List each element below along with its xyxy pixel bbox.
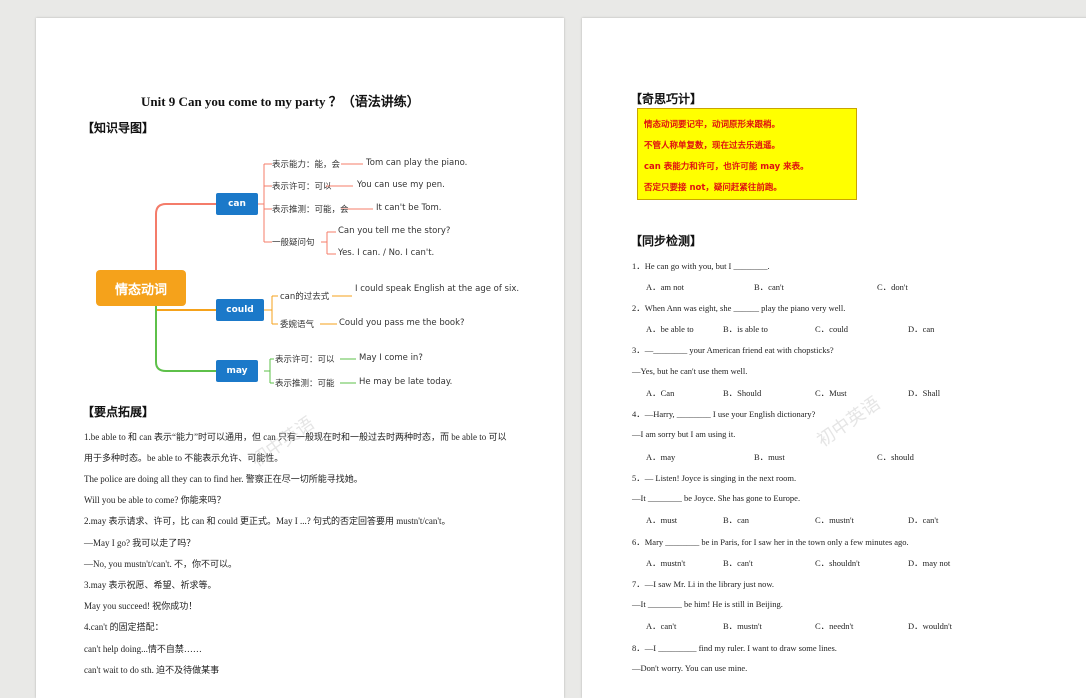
option-d: D．can't [908,515,939,525]
can-question-example: Can you tell me the story? [338,226,451,236]
option-b: B．can [723,515,749,525]
option-a: A．must [646,515,678,525]
option-a: A．Can [646,388,675,398]
question-text: —Yes, but he can't use them well. [632,366,748,376]
question-text: 3．—________ your American friend eat wit… [632,345,834,355]
question-text: 7．—I saw Mr. Li in the library just now. [632,579,775,589]
option-c: C．shouldn't [815,558,860,568]
question-text: —I am sorry but I am using it. [632,429,736,439]
option-d: D．wouldn't [908,621,953,631]
may-permission-example: May I come in? [359,353,423,363]
tip-line: 不管人称单复数，现在过去乐逍遥。 [644,141,781,151]
point-line: The police are doing all they can to fin… [84,474,363,484]
question-text: 8．—I _________ find my ruler. I want to … [632,643,837,653]
left-document-page: Unit 9 Can you come to my party ？（语法讲练） … [36,18,564,698]
can-question-label: 一般疑问句 [272,238,315,248]
could-polite-label: 委婉语气 [280,320,315,330]
question-text: 5．— Listen! Joyce is singing in the next… [632,473,797,483]
mindmap-may-node: may [216,360,258,382]
can-ability-example: Tom can play the piano. [366,158,468,168]
option-d: D．may not [908,558,951,568]
could-polite-example: Could you pass me the book? [339,318,465,328]
question-text: 1．He can go with you, but I ________. [632,261,770,271]
option-c: C．don't [877,282,908,292]
may-guess-label: 表示推测：可能 [275,379,335,389]
option-c: C．mustn't [815,515,854,525]
question-text: 2．When Ann was eight, she ______ play th… [632,303,846,313]
point-line: 4.can't 的固定搭配： [84,622,164,632]
point-line: 3.may 表示祝愿、希望、祈求等。 [84,580,217,590]
option-a: A．am not [646,282,685,292]
tip-line: can 表能力和许可，也许可能 may 来表。 [644,162,809,172]
section-tips: 【奇思巧计】 [630,92,703,106]
option-b: B．can't [723,558,753,568]
right-document-page: 【奇思巧计】 情态动词要记牢，动词原形来跟梢。 不管人称单复数，现在过去乐逍遥。… [582,18,1086,698]
option-b: B．can't [754,282,784,292]
question-text: —Don't worry. You can use mine. [632,663,748,673]
mindmap-could-node: could [216,299,264,321]
option-b: B．Should [723,388,762,398]
question-text: —It ________ be him! He is still in Beij… [632,599,783,609]
option-d: D．Shall [908,388,941,398]
mindmap-root-node: 情态动词 [96,270,186,306]
can-ability-label: 表示能力：能，会 [272,160,341,170]
question-text: —It ________ be Joyce. She has gone to E… [632,493,801,503]
section-key-points: 【要点拓展】 [82,405,155,419]
can-answer-example: Yes. I can. / No. I can't. [338,248,435,258]
option-b: B．is able to [723,324,768,334]
point-line: can't help doing...情不自禁…… [84,644,202,654]
option-d: D．can [908,324,935,334]
tip-line: 情态动词要记牢，动词原形来跟梢。 [644,120,781,130]
point-line: Will you be able to come? 你能来吗？ [84,495,226,505]
tips-box: 情态动词要记牢，动词原形来跟梢。 不管人称单复数，现在过去乐逍遥。 can 表能… [637,108,857,200]
option-b: B．must [754,452,785,462]
watermark: 初中英语 [813,392,885,452]
can-permission-label: 表示许可：可以 [272,182,332,192]
option-c: C．Must [815,388,847,398]
option-c: C．could [815,324,849,334]
option-c: C．should [877,452,914,462]
can-permission-example: You can use my pen. [357,180,445,190]
option-a: A．can't [646,621,677,631]
option-a: A．be able to [646,324,694,334]
point-line: May you succeed! 祝你成功！ [84,601,198,611]
option-b: B．mustn't [723,621,762,631]
point-line: 2.may 表示请求、许可，比 can 和 could 更正式。May I ..… [84,516,451,526]
question-text: 4．—Harry, ________ I use your English di… [632,409,816,419]
can-guess-example: It can't be Tom. [376,203,442,213]
point-line: —No, you mustn't/can't. 不，你不可以。 [84,559,237,569]
may-guess-example: He may be late today. [359,377,453,387]
section-sync-test: 【同步检测】 [630,234,703,248]
could-past-example: I could speak English at the age of six. [355,284,520,294]
question-text: 6．Mary ________ be in Paris, for I saw h… [632,537,909,547]
point-line: can't wait to do sth. 迫不及待做某事 [84,665,220,675]
can-guess-label: 表示推测：可能，会 [272,205,349,215]
could-past-label: can的过去式 [280,292,330,302]
option-c: C．needn't [815,621,854,631]
option-a: A．mustn't [646,558,686,568]
mindmap-can-node: can [216,193,258,215]
may-permission-label: 表示许可：可以 [275,355,335,365]
tip-line: 否定只要接 not，疑问赶紧往前跑。 [644,183,782,193]
option-a: A．may [646,452,676,462]
point-line: —May I go? 我可以走了吗？ [84,538,196,548]
